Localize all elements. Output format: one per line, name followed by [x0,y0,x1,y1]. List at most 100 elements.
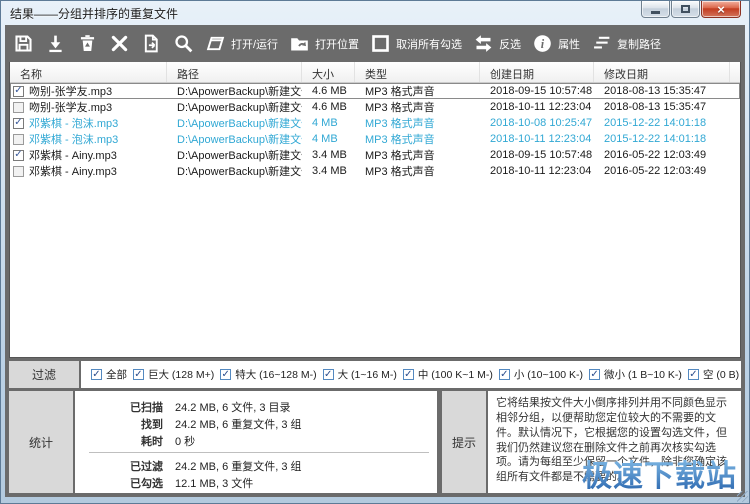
invert-selection-button[interactable]: 反选 [473,33,521,54]
row-checkbox[interactable] [13,86,24,97]
maximize-button[interactable] [671,1,700,18]
open-location-button[interactable]: 打开位置 [289,33,359,54]
resize-grip[interactable] [737,491,748,502]
cell-name: 吻别-张学友.mp3 [10,99,167,115]
table-row[interactable]: 邓紫棋 - Ainy.mp3 D:\ApowerBackup\新建文件... 3… [10,163,740,179]
save-button[interactable] [13,33,34,54]
svg-text:i: i [541,37,545,51]
row-checkbox[interactable] [13,166,24,177]
stat-line: 已勾选 12.1 MB, 3 文件 [75,474,429,491]
table-row[interactable]: 邓紫棋 - Ainy.mp3 D:\ApowerBackup\新建文件夹 3.4… [10,147,740,163]
table-header: 名称 路径 大小 类型 创建日期 修改日期 [10,62,740,83]
close-icon: × [717,3,725,16]
row-checkbox[interactable] [13,150,24,161]
filter-checkbox[interactable] [91,369,102,380]
cell-modified: 2016-05-22 12:03:49 [594,165,730,177]
delete-icon [109,33,130,54]
filter-checkbox[interactable] [323,369,334,380]
stats-divider [89,452,429,453]
filter-option[interactable]: 小 (10~100 K-) [499,367,583,382]
app-window: 结果——分组并排序的重复文件 × [0,0,750,504]
filter-option-label: 全部 [106,367,127,382]
row-checkbox[interactable] [13,134,24,145]
properties-button[interactable]: i 属性 [532,33,580,54]
row-checkbox[interactable] [13,102,24,113]
filter-option[interactable]: 大 (1~16 M-) [323,367,397,382]
filter-option[interactable]: 空 (0 B) [688,367,739,382]
cell-path: D:\ApowerBackup\新建文件... [167,131,302,147]
cell-name: 吻别-张学友.mp3 [10,83,167,99]
filter-option-label: 微小 (1 B~10 K-) [604,367,682,382]
cell-type: MP3 格式声音 [355,99,480,115]
cell-name: 邓紫棋 - Ainy.mp3 [10,163,167,179]
export-button[interactable] [45,33,66,54]
filter-option[interactable]: 微小 (1 B~10 K-) [589,367,682,382]
open-run-button[interactable]: 打开/运行 [205,33,278,54]
properties-label: 属性 [558,36,580,52]
cell-type: MP3 格式声音 [355,147,480,163]
filter-option[interactable]: 全部 [91,367,127,382]
cell-created: 2018-09-15 10:57:48 [480,85,594,97]
stat-value: 24.2 MB, 6 重复文件, 3 组 [175,416,302,432]
tips-section-label: 提示 [442,391,486,493]
filter-checkbox[interactable] [403,369,414,380]
stat-key: 耗时 [75,433,175,449]
filter-option[interactable]: 中 (100 K~1 M-) [403,367,493,382]
table-row[interactable]: 吻别-张学友.mp3 D:\ApowerBackup\新建文件... 4.6 M… [10,99,740,115]
search-button[interactable] [173,33,194,54]
table-body: 吻别-张学友.mp3 D:\ApowerBackup\新建文件夹 4.6 MB … [10,83,740,357]
cell-type: MP3 格式声音 [355,83,480,99]
cell-modified: 2018-08-13 15:35:47 [594,85,730,97]
column-header[interactable]: 大小 [302,62,355,82]
column-header[interactable]: 路径 [167,62,302,82]
delete-button[interactable] [109,33,130,54]
close-button[interactable]: × [701,1,741,18]
table-row[interactable]: 邓紫棋 - 泡沫.mp3 D:\ApowerBackup\新建文件夹 4 MB … [10,115,740,131]
cell-path: D:\ApowerBackup\新建文件... [167,99,302,115]
copy-path-label: 复制路径 [617,36,661,52]
stat-key: 已过滤 [75,458,175,474]
column-header[interactable]: 创建日期 [480,62,594,82]
cell-path: D:\ApowerBackup\新建文件... [167,163,302,179]
file-name: 邓紫棋 - 泡沫.mp3 [29,131,118,147]
stat-key: 已勾选 [75,475,175,491]
cell-size: 4.6 MB [302,85,355,97]
minimize-icon [651,11,660,14]
filter-option[interactable]: 巨大 (128 M+) [133,367,214,382]
recycle-button[interactable] [77,33,98,54]
titlebar: 结果——分组并排序的重复文件 × [1,1,749,25]
filter-checkbox[interactable] [688,369,699,380]
cell-created: 2018-10-11 12:23:04 [480,101,594,113]
uncheck-all-button[interactable]: 取消所有勾选 [370,33,462,54]
filter-checkbox[interactable] [133,369,144,380]
column-header[interactable]: 修改日期 [594,62,730,82]
cell-modified: 2015-12-22 14:01:18 [594,133,730,145]
filter-bar: 过滤 全部 巨大 (128 M+) 特大 (16~128 [9,361,741,388]
filter-option[interactable]: 特大 (16~128 M-) [220,367,316,382]
row-checkbox[interactable] [13,118,24,129]
filter-checkbox[interactable] [589,369,600,380]
toolbar: 打开/运行 打开位置 取消所有勾选 反选 i 属性 复制路径 [9,25,741,62]
window-frame: 打开/运行 打开位置 取消所有勾选 反选 i 属性 复制路径 [5,25,745,497]
filter-option-label: 小 (10~100 K-) [514,367,583,382]
cell-size: 3.4 MB [302,165,355,177]
cell-path: D:\ApowerBackup\新建文件夹 [167,83,302,99]
table-row[interactable]: 吻别-张学友.mp3 D:\ApowerBackup\新建文件夹 4.6 MB … [10,83,740,99]
move-file-button[interactable] [141,33,162,54]
filter-checkbox[interactable] [220,369,231,380]
copy-path-button[interactable]: 复制路径 [591,33,661,54]
stats-section: 统计 已扫描 24.2 MB, 6 文件, 3 目录 找到 24.2 [9,391,437,493]
window-title: 结果——分组并排序的重复文件 [10,5,178,22]
cell-created: 2018-10-08 10:25:47 [480,117,594,129]
save-icon [13,33,34,54]
column-header[interactable]: 类型 [355,62,480,82]
invert-selection-label: 反选 [499,36,521,52]
column-header[interactable]: 名称 [10,62,167,82]
table-row[interactable]: 邓紫棋 - 泡沫.mp3 D:\ApowerBackup\新建文件... 4 M… [10,131,740,147]
cell-created: 2018-09-15 10:57:48 [480,149,594,161]
filter-checkbox[interactable] [499,369,510,380]
filter-section-label: 过滤 [9,361,79,388]
stat-key: 找到 [75,416,175,432]
properties-icon: i [532,33,553,54]
minimize-button[interactable] [641,1,670,18]
